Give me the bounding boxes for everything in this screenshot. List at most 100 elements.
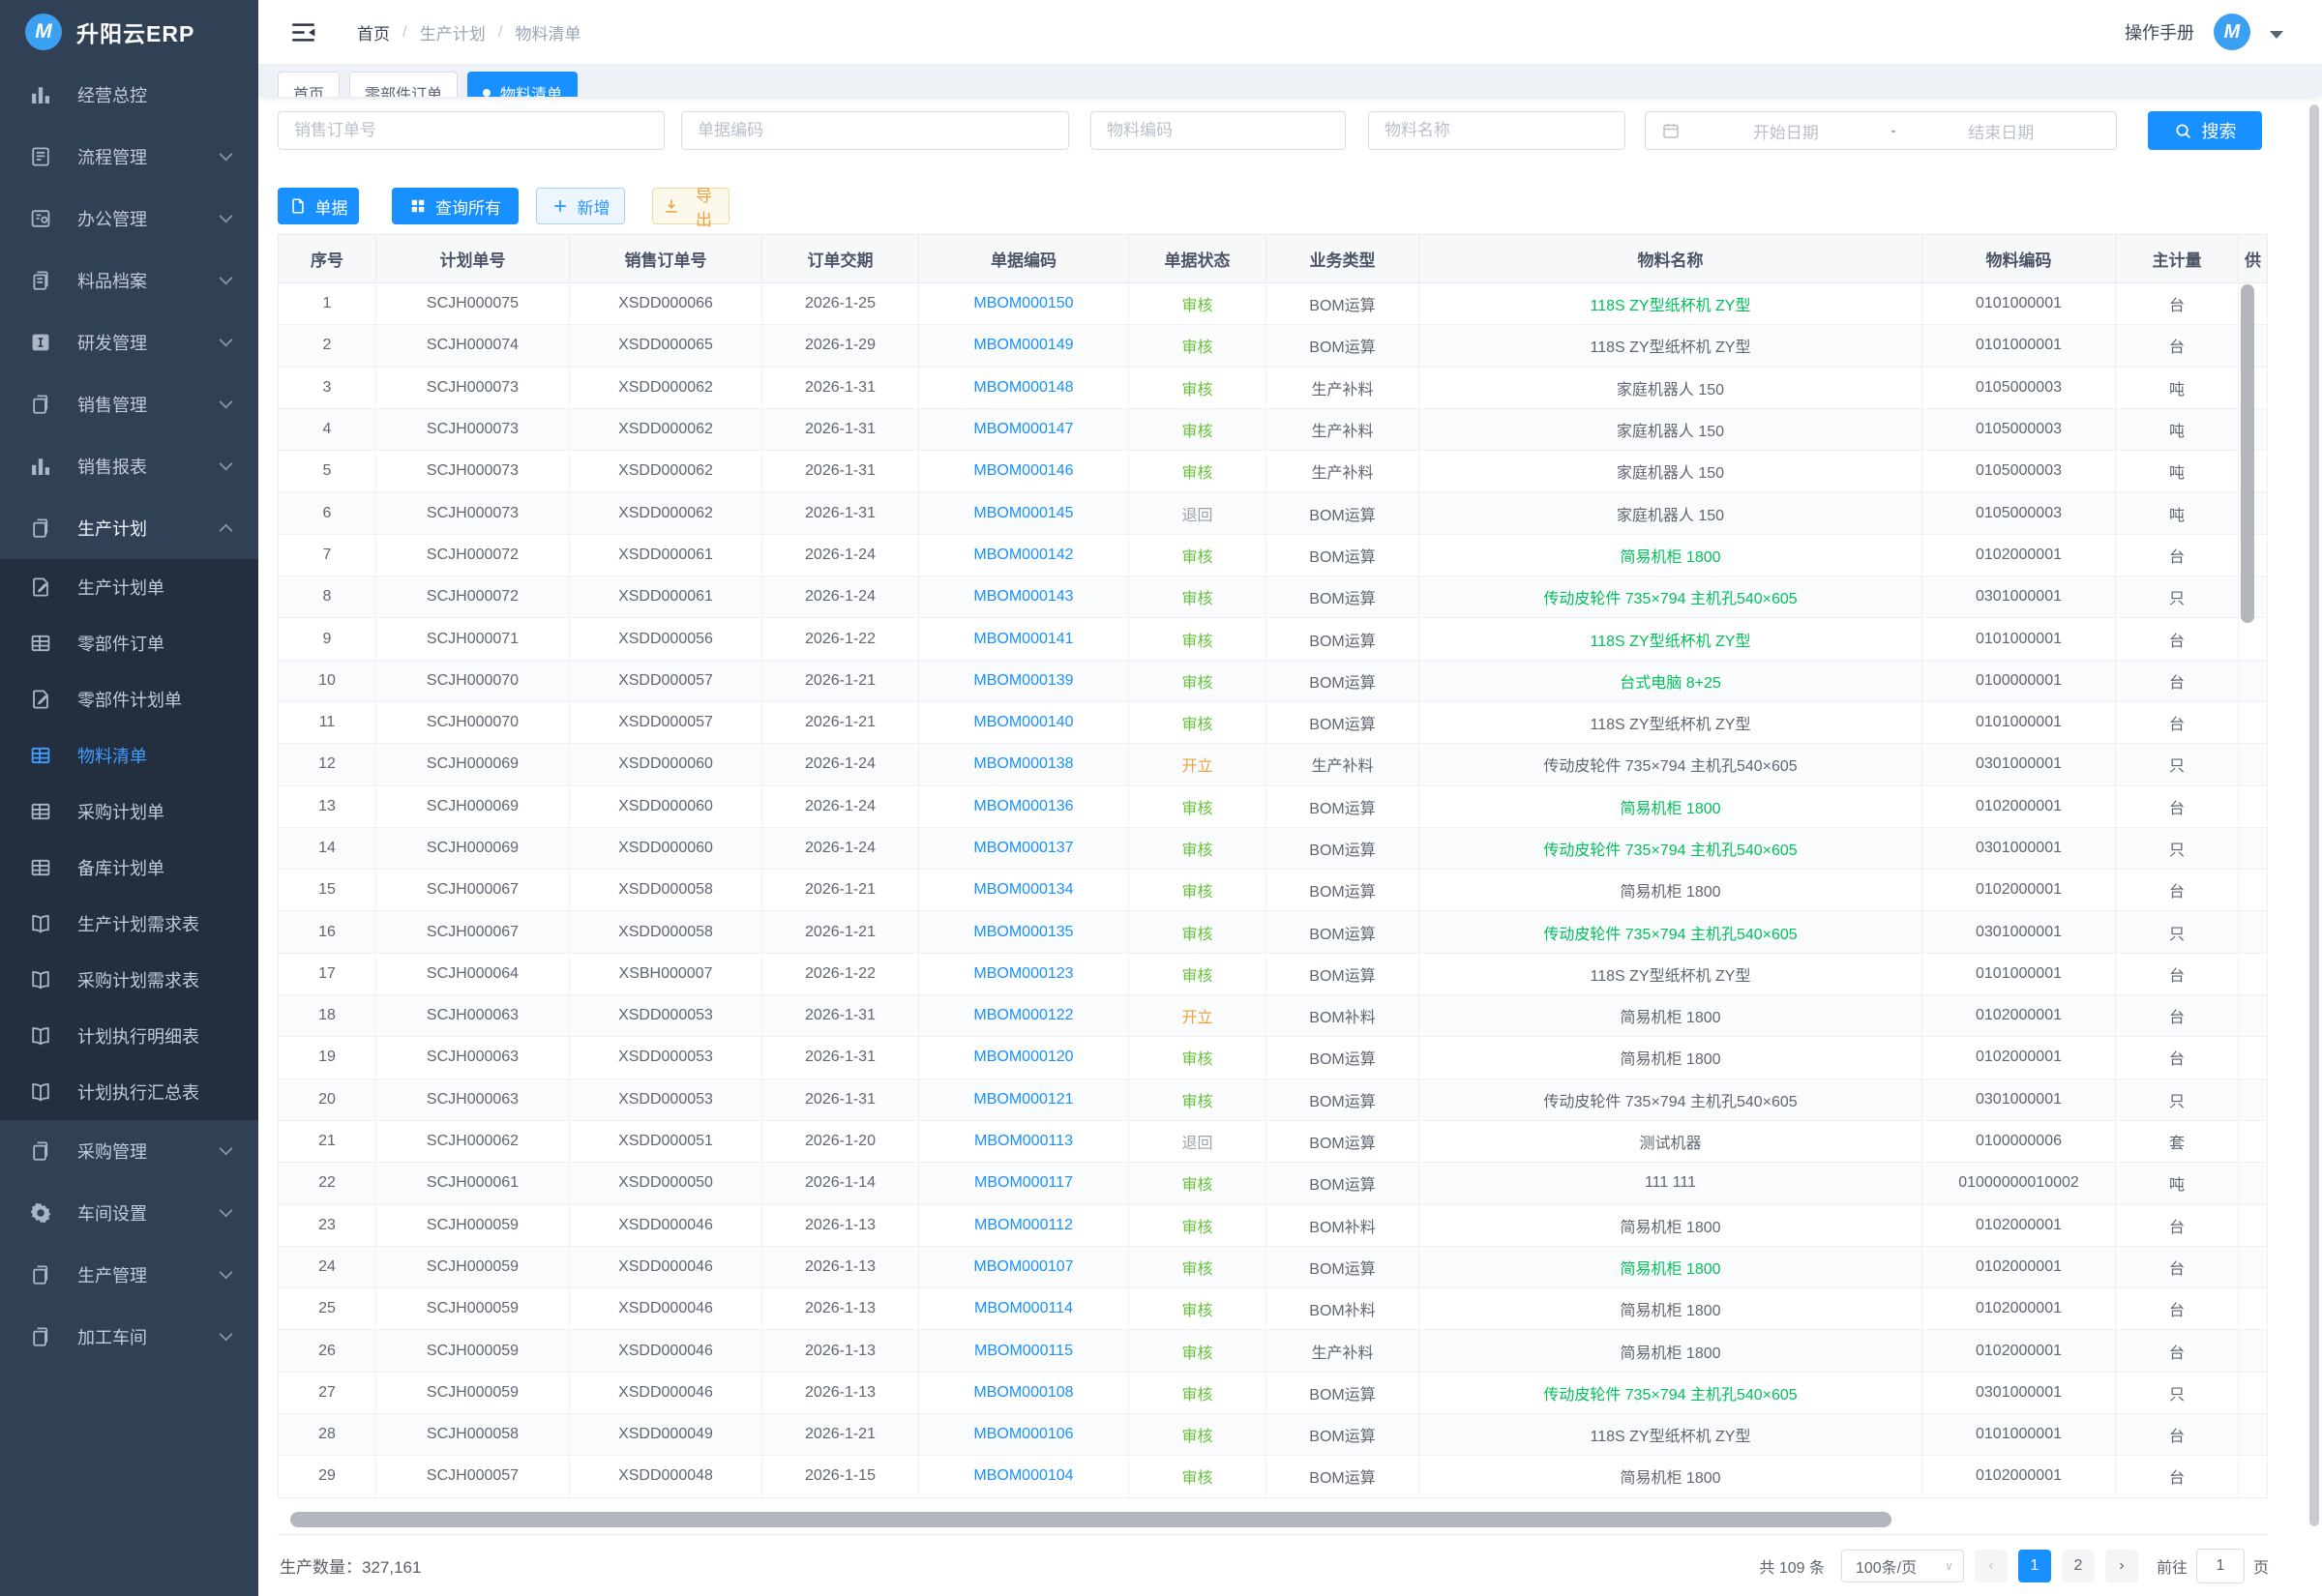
cell-doc-code-link[interactable]: MBOM000115	[919, 1330, 1129, 1372]
table-row[interactable]: 18 SCJH000063 XSDD000053 2026-1-31 MBOM0…	[279, 995, 2268, 1037]
cell-doc-code-link[interactable]: MBOM000108	[919, 1372, 1129, 1413]
horizontal-scrollbar-thumb[interactable]	[290, 1512, 1891, 1527]
cell-doc-code-link[interactable]: MBOM000120	[919, 1037, 1129, 1079]
table-row[interactable]: 24 SCJH000059 XSDD000046 2026-1-13 MBOM0…	[279, 1246, 2268, 1287]
sidebar-item-采购管理[interactable]: 采购管理	[0, 1120, 258, 1182]
table-row[interactable]: 1 SCJH000075 XSDD000066 2026-1-25 MBOM00…	[279, 283, 2268, 325]
sidebar-item-零部件订单[interactable]: 零部件订单	[0, 615, 258, 671]
table-row[interactable]: 2 SCJH000074 XSDD000065 2026-1-29 MBOM00…	[279, 325, 2268, 367]
cell-doc-code-link[interactable]: MBOM000114	[919, 1288, 1129, 1330]
column-header-物料编码[interactable]: 物料编码	[1922, 235, 2116, 283]
sidebar-item-车间设置[interactable]: 车间设置	[0, 1182, 258, 1244]
next-page-button[interactable]: ›	[2105, 1550, 2138, 1582]
sidebar-item-物料清单[interactable]: 物料清单	[0, 727, 258, 783]
table-row[interactable]: 20 SCJH000063 XSDD000053 2026-1-31 MBOM0…	[279, 1079, 2268, 1120]
cell-doc-code-link[interactable]: MBOM000117	[919, 1163, 1129, 1204]
table-row[interactable]: 22 SCJH000061 XSDD000050 2026-1-14 MBOM0…	[279, 1163, 2268, 1204]
column-header-订单交期[interactable]: 订单交期	[762, 235, 919, 283]
sidebar-item-生产计划单[interactable]: 生产计划单	[0, 559, 258, 615]
page-size-select[interactable]: 100条/页 ∨	[1841, 1550, 1964, 1582]
page-button-1[interactable]: 1	[2018, 1550, 2051, 1582]
table-row[interactable]: 27 SCJH000059 XSDD000046 2026-1-13 MBOM0…	[279, 1372, 2268, 1413]
page-button-2[interactable]: 2	[2062, 1550, 2095, 1582]
sidebar-item-采购计划单[interactable]: 采购计划单	[0, 783, 258, 840]
column-header-序号[interactable]: 序号	[279, 235, 376, 283]
新增-button[interactable]: 新增	[536, 188, 625, 224]
goto-page-input[interactable]	[2196, 1549, 2245, 1583]
sidebar-item-销售管理[interactable]: 销售管理	[0, 373, 258, 435]
导出-button[interactable]: 导出	[652, 188, 729, 224]
table-vertical-scrollbar[interactable]	[2241, 284, 2254, 623]
cell-doc-code-link[interactable]: MBOM000136	[919, 785, 1129, 827]
sidebar-item-流程管理[interactable]: 流程管理	[0, 126, 258, 188]
cell-doc-code-link[interactable]: MBOM000150	[919, 283, 1129, 325]
table-row[interactable]: 15 SCJH000067 XSDD000058 2026-1-21 MBOM0…	[279, 870, 2268, 911]
cell-doc-code-link[interactable]: MBOM000142	[919, 534, 1129, 576]
sidebar-item-计划执行汇总表[interactable]: 计划执行汇总表	[0, 1064, 258, 1120]
sidebar-item-加工车间[interactable]: 加工车间	[0, 1306, 258, 1368]
cell-doc-code-link[interactable]: MBOM000139	[919, 660, 1129, 701]
sidebar-item-采购计划需求表[interactable]: 采购计划需求表	[0, 952, 258, 1008]
table-row[interactable]: 7 SCJH000072 XSDD000061 2026-1-24 MBOM00…	[279, 534, 2268, 576]
cell-doc-code-link[interactable]: MBOM000106	[919, 1414, 1129, 1456]
cell-doc-code-link[interactable]: MBOM000123	[919, 953, 1129, 994]
column-header-物料名称[interactable]: 物料名称	[1419, 235, 1922, 283]
cell-doc-code-link[interactable]: MBOM000137	[919, 827, 1129, 869]
column-header-单据状态[interactable]: 单据状态	[1129, 235, 1266, 283]
table-horizontal-scrollbar[interactable]	[278, 1512, 2267, 1527]
table-row[interactable]: 11 SCJH000070 XSDD000057 2026-1-21 MBOM0…	[279, 701, 2268, 743]
manual-link[interactable]: 操作手册	[2125, 19, 2194, 44]
table-row[interactable]: 13 SCJH000069 XSDD000060 2026-1-24 MBOM0…	[279, 785, 2268, 827]
table-row[interactable]: 6 SCJH000073 XSDD000062 2026-1-31 MBOM00…	[279, 492, 2268, 534]
tab-物料清单[interactable]: 物料清单	[467, 72, 578, 97]
cell-doc-code-link[interactable]: MBOM000149	[919, 325, 1129, 367]
sidebar-item-生产管理[interactable]: 生产管理	[0, 1244, 258, 1306]
cell-doc-code-link[interactable]: MBOM000113	[919, 1120, 1129, 1162]
cell-doc-code-link[interactable]: MBOM000122	[919, 995, 1129, 1037]
table-row[interactable]: 3 SCJH000073 XSDD000062 2026-1-31 MBOM00…	[279, 367, 2268, 408]
column-header-供[interactable]: 供	[2239, 235, 2268, 283]
table-row[interactable]: 14 SCJH000069 XSDD000060 2026-1-24 MBOM0…	[279, 827, 2268, 869]
cell-doc-code-link[interactable]: MBOM000121	[919, 1079, 1129, 1120]
cell-doc-code-link[interactable]: MBOM000138	[919, 744, 1129, 785]
breadcrumb-home[interactable]: 首页	[357, 20, 390, 44]
sidebar-item-经营总控[interactable]: 经营总控	[0, 64, 258, 126]
prev-page-button[interactable]: ‹	[1975, 1550, 2008, 1582]
tab-首页[interactable]: 首页	[278, 72, 340, 97]
table-row[interactable]: 19 SCJH000063 XSDD000053 2026-1-31 MBOM0…	[279, 1037, 2268, 1079]
table-row[interactable]: 9 SCJH000071 XSDD000056 2026-1-22 MBOM00…	[279, 618, 2268, 660]
cell-doc-code-link[interactable]: MBOM000146	[919, 451, 1129, 492]
sidebar-item-研发管理[interactable]: 研发管理	[0, 311, 258, 373]
table-row[interactable]: 25 SCJH000059 XSDD000046 2026-1-13 MBOM0…	[279, 1288, 2268, 1330]
breadcrumb-section[interactable]: 生产计划	[420, 20, 486, 44]
sidebar-item-销售报表[interactable]: 销售报表	[0, 435, 258, 497]
column-header-单据编码[interactable]: 单据编码	[919, 235, 1129, 283]
column-header-主计量[interactable]: 主计量	[2116, 235, 2239, 283]
sidebar-item-办公管理[interactable]: 办公管理	[0, 188, 258, 250]
doc-code-input[interactable]	[682, 121, 1068, 140]
cell-doc-code-link[interactable]: MBOM000143	[919, 576, 1129, 618]
cell-doc-code-link[interactable]: MBOM000148	[919, 367, 1129, 408]
sidebar-item-生产计划[interactable]: 生产计划	[0, 497, 258, 559]
avatar[interactable]: M	[2214, 14, 2250, 50]
table-row[interactable]: 5 SCJH000073 XSDD000062 2026-1-31 MBOM00…	[279, 451, 2268, 492]
tab-零部件订单[interactable]: 零部件订单	[349, 72, 458, 97]
table-row[interactable]: 28 SCJH000058 XSDD000049 2026-1-21 MBOM0…	[279, 1414, 2268, 1456]
table-row[interactable]: 17 SCJH000064 XSBH000007 2026-1-22 MBOM0…	[279, 953, 2268, 994]
cell-doc-code-link[interactable]: MBOM000147	[919, 408, 1129, 450]
sidebar-item-计划执行明细表[interactable]: 计划执行明细表	[0, 1008, 258, 1064]
cell-doc-code-link[interactable]: MBOM000145	[919, 492, 1129, 534]
sidebar-item-备库计划单[interactable]: 备库计划单	[0, 840, 258, 896]
cell-doc-code-link[interactable]: MBOM000112	[919, 1204, 1129, 1246]
table-row[interactable]: 26 SCJH000059 XSDD000046 2026-1-13 MBOM0…	[279, 1330, 2268, 1372]
table-row[interactable]: 10 SCJH000070 XSDD000057 2026-1-21 MBOM0…	[279, 660, 2268, 701]
column-header-计划单号[interactable]: 计划单号	[376, 235, 570, 283]
table-row[interactable]: 12 SCJH000069 XSDD000060 2026-1-24 MBOM0…	[279, 744, 2268, 785]
material-name-input[interactable]	[1369, 121, 1624, 140]
page-scrollbar[interactable]	[2309, 104, 2319, 1526]
column-header-销售订单号[interactable]: 销售订单号	[570, 235, 762, 283]
cell-doc-code-link[interactable]: MBOM000141	[919, 618, 1129, 660]
search-button[interactable]: 搜索	[2148, 111, 2262, 150]
sidebar-item-生产计划需求表[interactable]: 生产计划需求表	[0, 896, 258, 952]
cell-doc-code-link[interactable]: MBOM000134	[919, 870, 1129, 911]
